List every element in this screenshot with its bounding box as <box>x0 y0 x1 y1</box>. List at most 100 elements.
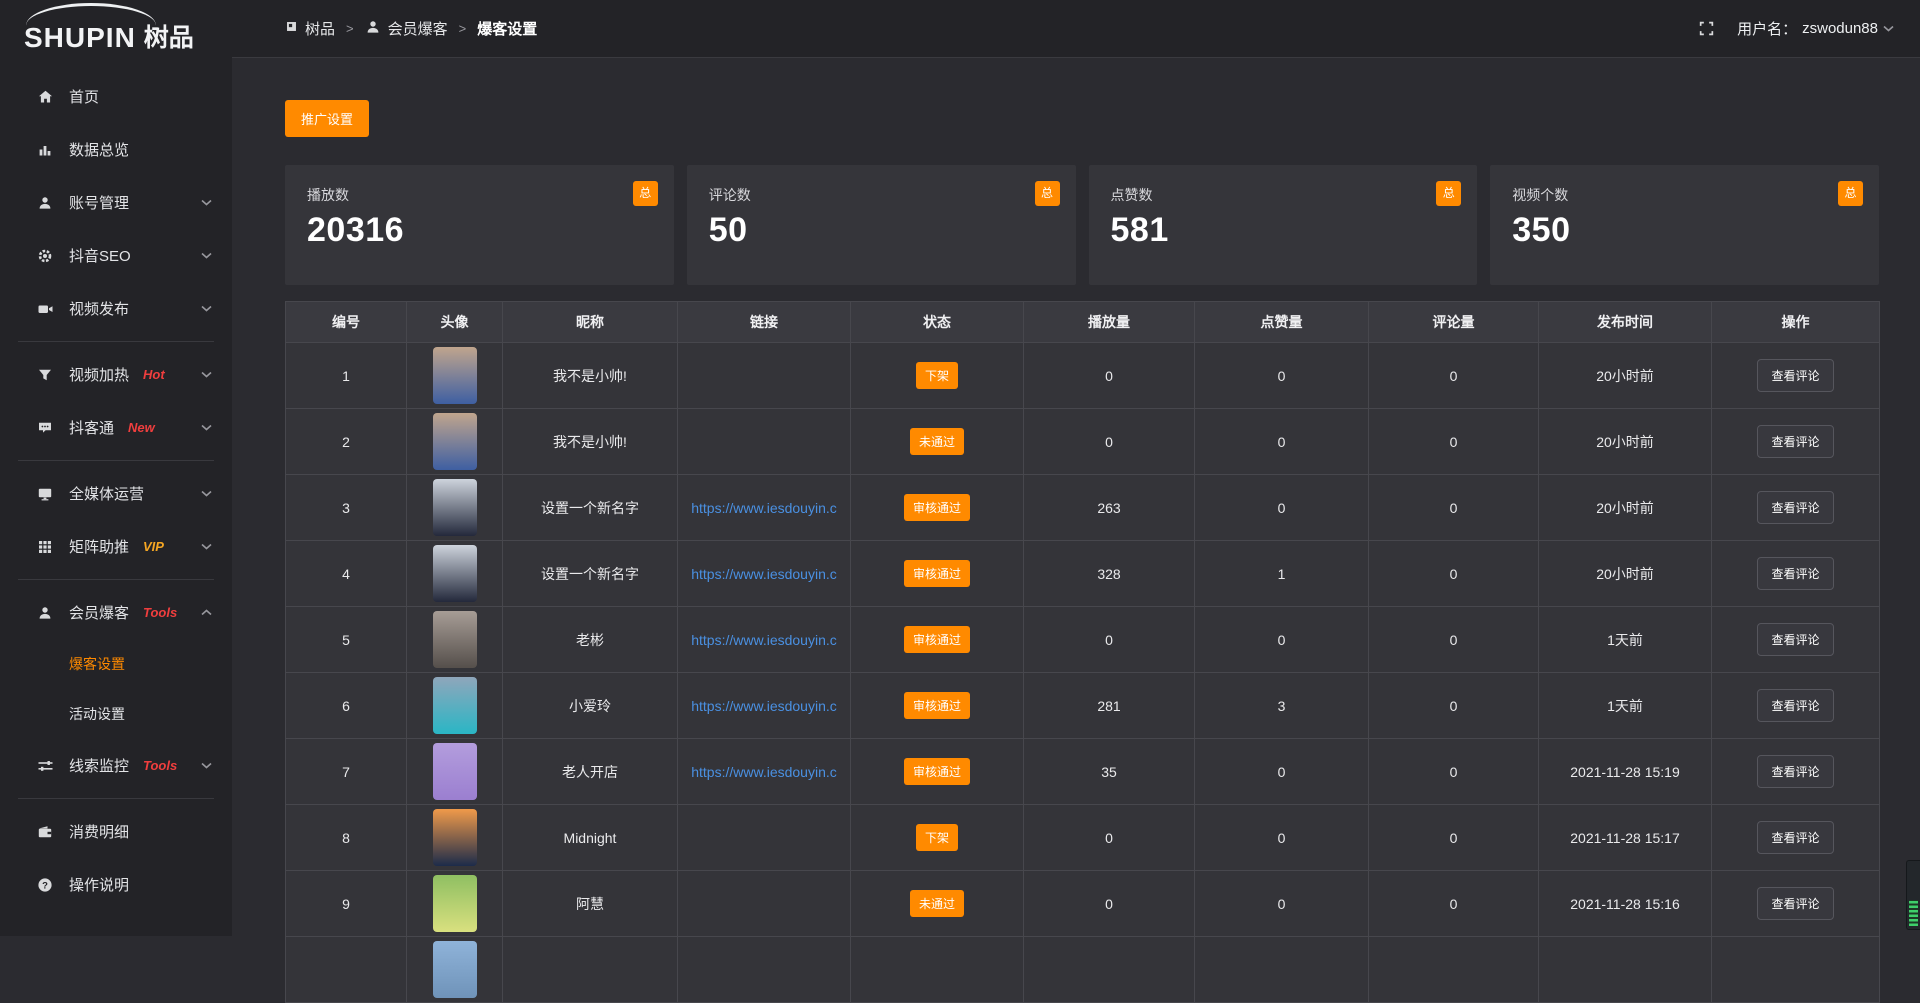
cell-status: 审核通过 <box>851 739 1024 805</box>
status-badge: 审核通过 <box>904 626 970 653</box>
sidebar-item-label: 视频加热 <box>69 364 129 385</box>
chat-icon <box>36 420 54 436</box>
view-comments-button[interactable]: 查看评论 <box>1757 755 1833 788</box>
cell-action: 查看评论 <box>1712 475 1880 541</box>
fullscreen-icon[interactable] <box>1698 20 1715 37</box>
sidebar-item-home[interactable]: 首页 <box>0 70 232 123</box>
sliders-icon <box>36 758 54 774</box>
avatar <box>433 743 477 800</box>
badge-tools: Tools <box>143 605 177 620</box>
view-comments-button[interactable]: 查看评论 <box>1757 821 1833 854</box>
view-comments-button[interactable]: 查看评论 <box>1757 491 1833 524</box>
sidebar-item-data-overview[interactable]: 数据总览 <box>0 123 232 176</box>
view-comments-button[interactable]: 查看评论 <box>1757 689 1833 722</box>
column-header: 发布时间 <box>1539 302 1712 343</box>
chevron-up-icon <box>201 609 212 616</box>
grid-icon <box>36 539 54 555</box>
video-link[interactable]: https://www.iesdouyin.c <box>691 764 837 780</box>
cell-avatar <box>407 937 503 1003</box>
cell-action: 查看评论 <box>1712 409 1880 475</box>
badge-vip: VIP <box>143 539 164 554</box>
videos-table-wrap: 编号头像昵称链接状态播放量点赞量评论量发布时间操作 1我不是小帅!下架00020… <box>285 301 1879 1003</box>
view-comments-button[interactable]: 查看评论 <box>1757 359 1833 392</box>
cell-avatar <box>407 739 503 805</box>
video-link[interactable]: https://www.iesdouyin.c <box>691 500 837 516</box>
promo-settings-button[interactable]: 推广设置 <box>285 100 369 137</box>
view-comments-button[interactable]: 查看评论 <box>1757 887 1833 920</box>
app-icon <box>285 20 298 37</box>
stat-card-value: 20316 <box>307 211 652 250</box>
sidebar-item-activity-settings[interactable]: 活动设置 <box>0 689 232 739</box>
sidebar: SHUPIN 树品 首页数据总览账号管理抖音SEO视频发布视频加热Hot抖客通N… <box>0 0 232 936</box>
breadcrumb-item-baoke-settings[interactable]: 爆客设置 <box>477 18 537 39</box>
heat-icon <box>36 367 54 383</box>
sidebar-item-video-heat[interactable]: 视频加热Hot <box>0 348 232 401</box>
user-menu[interactable]: 用户名：zswodun88 <box>1737 18 1894 39</box>
cell-link: https://www.iesdouyin.c <box>678 607 851 673</box>
chevron-down-icon <box>201 762 212 769</box>
table-row: 5老彬https://www.iesdouyin.c审核通过0001天前查看评论 <box>286 607 1880 673</box>
cell-nickname: 设置一个新名字 <box>503 475 678 541</box>
breadcrumb-item-member-baoke[interactable]: 会员爆客 <box>365 18 448 39</box>
column-header: 状态 <box>851 302 1024 343</box>
sidebar-item-douyin-seo[interactable]: 抖音SEO <box>0 229 232 282</box>
sidebar-item-member-baoke[interactable]: 会员爆客Tools <box>0 586 232 639</box>
view-comments-button[interactable]: 查看评论 <box>1757 623 1833 656</box>
cell-time: 2021-11-28 15:19 <box>1539 739 1712 805</box>
sidebar-item-douketong[interactable]: 抖客通New <box>0 401 232 454</box>
cell-nickname: 设置一个新名字 <box>503 541 678 607</box>
column-header: 头像 <box>407 302 503 343</box>
status-badge: 下架 <box>916 824 958 851</box>
video-link[interactable]: https://www.iesdouyin.c <box>691 698 837 714</box>
breadcrumb-label: 爆客设置 <box>477 18 537 39</box>
video-link[interactable]: https://www.iesdouyin.c <box>691 566 837 582</box>
cell-plays: 0 <box>1024 409 1195 475</box>
video-link[interactable]: https://www.iesdouyin.c <box>691 632 837 648</box>
cell-comments: 0 <box>1369 805 1539 871</box>
cell-number: 4 <box>286 541 407 607</box>
sidebar-item-label: 矩阵助推 <box>69 536 129 557</box>
stat-card: 播放数20316总 <box>285 165 674 285</box>
breadcrumb-separator: > <box>346 21 354 36</box>
videos-table: 编号头像昵称链接状态播放量点赞量评论量发布时间操作 1我不是小帅!下架00020… <box>285 301 1880 1003</box>
sidebar-item-baoke-settings[interactable]: 爆客设置 <box>0 639 232 689</box>
stat-card-value: 50 <box>709 211 1054 250</box>
badge-new: New <box>128 420 155 435</box>
cell-number: 8 <box>286 805 407 871</box>
cell-nickname: 我不是小帅! <box>503 343 678 409</box>
cell-comments: 0 <box>1369 409 1539 475</box>
column-header: 编号 <box>286 302 407 343</box>
chevron-down-icon <box>201 371 212 378</box>
sidebar-item-video-publish[interactable]: 视频发布 <box>0 282 232 335</box>
cell-time: 20小时前 <box>1539 541 1712 607</box>
stat-card-label: 点赞数 <box>1111 185 1456 205</box>
sidebar-item-clue-monitor[interactable]: 线索监控Tools <box>0 739 232 792</box>
cell-nickname: 老人开店 <box>503 739 678 805</box>
column-header: 评论量 <box>1369 302 1539 343</box>
sidebar-item-matrix-boost[interactable]: 矩阵助推 VIP <box>0 520 232 573</box>
cell-nickname: 小爱玲 <box>503 673 678 739</box>
cell-action: 查看评论 <box>1712 343 1880 409</box>
sidebar-item-consume-detail[interactable]: 消费明细 <box>0 805 232 858</box>
cell-action <box>1712 937 1880 1003</box>
sidebar-item-help[interactable]: ?操作说明 <box>0 858 232 911</box>
logo[interactable]: SHUPIN 树品 <box>0 0 232 64</box>
cell-likes: 0 <box>1195 607 1369 673</box>
sidebar-item-account-manage[interactable]: 账号管理 <box>0 176 232 229</box>
cell-comments: 0 <box>1369 541 1539 607</box>
view-comments-button[interactable]: 查看评论 <box>1757 557 1833 590</box>
breadcrumb-item-shupin[interactable]: 树品 <box>285 18 335 39</box>
sidebar-item-omni-media[interactable]: 全媒体运营 <box>0 467 232 520</box>
view-comments-button[interactable]: 查看评论 <box>1757 425 1833 458</box>
username-value: zswodun88 <box>1802 20 1878 37</box>
sidebar-item-label: 首页 <box>69 86 99 107</box>
cell-plays: 0 <box>1024 871 1195 937</box>
cell-comments: 0 <box>1369 343 1539 409</box>
main-content: 推广设置 播放数20316总评论数50总点赞数581总视频个数350总 编号头像… <box>232 58 1920 936</box>
cell-comments <box>1369 937 1539 1003</box>
status-badge: 审核通过 <box>904 758 970 785</box>
chevron-down-icon <box>201 424 212 431</box>
corner-widget[interactable] <box>1906 860 1920 930</box>
avatar <box>433 875 477 932</box>
cell-status: 审核通过 <box>851 475 1024 541</box>
